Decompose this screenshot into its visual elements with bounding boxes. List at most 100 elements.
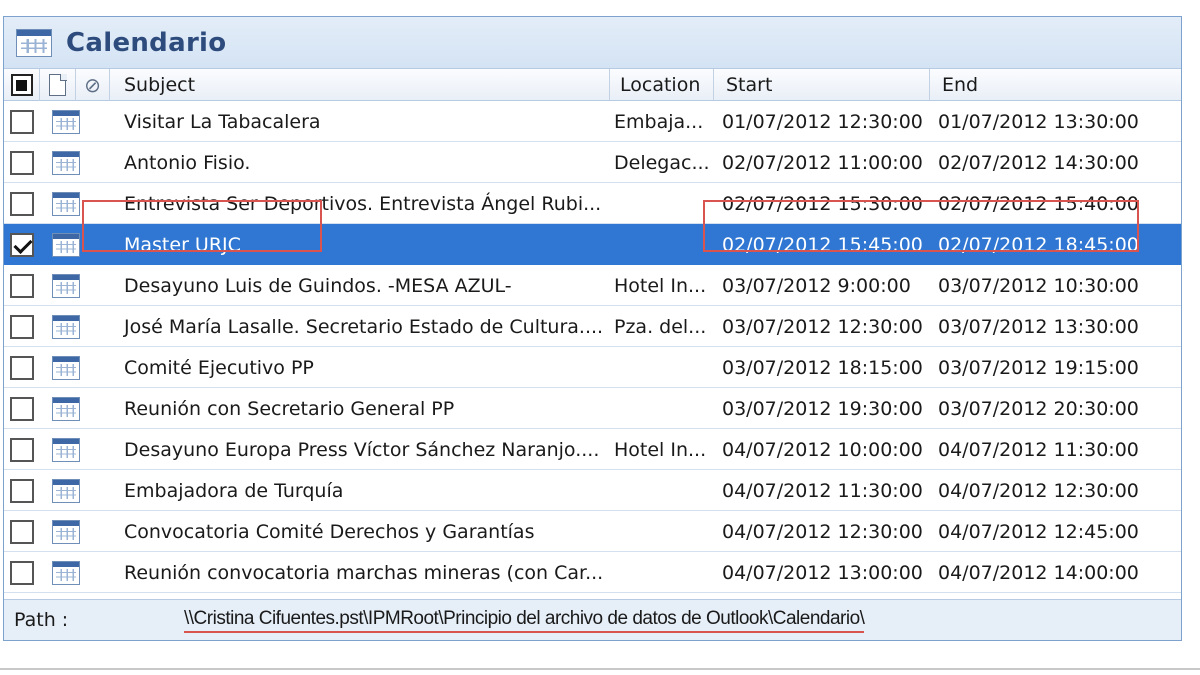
row-checkbox[interactable] xyxy=(10,191,34,216)
cell-start: 02/07/2012 15:45:00 xyxy=(722,233,923,256)
row-checkbox-cell[interactable] xyxy=(4,306,40,347)
row-checkbox-cell[interactable] xyxy=(4,142,40,183)
row-checkbox-cell[interactable] xyxy=(4,552,40,593)
cell-start: 01/07/2012 12:30:00 xyxy=(722,110,923,133)
cell-end: 02/07/2012 18:45:00 xyxy=(938,233,1139,256)
calendar-icon xyxy=(16,28,52,57)
row-checkbox[interactable] xyxy=(10,232,34,257)
cell-end: 02/07/2012 14:30:00 xyxy=(938,151,1139,174)
row-checkbox[interactable] xyxy=(10,314,34,339)
bottom-divider xyxy=(0,668,1200,670)
row-checkbox-cell[interactable] xyxy=(4,511,40,552)
row-checkbox[interactable] xyxy=(10,519,34,544)
appointment-icon xyxy=(52,560,80,585)
cell-subject: Visitar La Tabacalera xyxy=(124,110,321,133)
row-checkbox[interactable] xyxy=(10,109,34,134)
row-type-cell xyxy=(40,101,92,142)
cell-start: 03/07/2012 12:30:00 xyxy=(722,315,923,338)
row-checkbox-cell[interactable] xyxy=(4,347,40,388)
cell-start: 02/07/2012 15:30:00 xyxy=(722,192,923,215)
row-checkbox-cell[interactable] xyxy=(4,470,40,511)
cell-subject: Embajadora de Turquía xyxy=(124,479,344,502)
cell-subject: Reunión convocatoria marchas mineras (co… xyxy=(124,561,604,584)
appointment-icon xyxy=(52,314,80,339)
row-checkbox-cell[interactable] xyxy=(4,183,40,224)
table-row[interactable]: Antonio Fisio. Delegac... 02/07/2012 11:00… xyxy=(4,142,1181,183)
cell-location: Hotel In... xyxy=(614,274,707,297)
cell-location xyxy=(610,552,714,593)
appointment-icon xyxy=(52,150,80,175)
column-header-subject[interactable]: Subject xyxy=(110,69,610,101)
table-row[interactable]: Desayuno Europa Press Víctor Sánchez Nar… xyxy=(4,429,1181,470)
document-icon xyxy=(49,73,67,96)
row-type-cell xyxy=(40,224,92,265)
cell-subject: Desayuno Luis de Guindos. -MESA AZUL- xyxy=(124,274,512,297)
appointment-icon xyxy=(52,355,80,380)
row-checkbox-cell[interactable] xyxy=(4,224,40,265)
cell-start: 03/07/2012 19:30:00 xyxy=(722,397,923,420)
column-header-start[interactable]: Start xyxy=(714,69,930,101)
row-checkbox[interactable] xyxy=(10,396,34,421)
row-type-cell xyxy=(40,347,92,388)
cell-end: 01/07/2012 13:30:00 xyxy=(938,110,1139,133)
appointment-list: Visitar La Tabacalera Embaja... 01/07/2012… xyxy=(4,101,1181,599)
table-row[interactable]: Reunión con Secretario General PP 03/07/2… xyxy=(4,388,1181,429)
table-row[interactable]: Visitar La Tabacalera Embaja... 01/07/2012… xyxy=(4,101,1181,142)
path-link[interactable]: \\Cristina Cifuentes.pst\IPMRoot\Princip… xyxy=(184,608,865,633)
cell-location xyxy=(610,183,714,224)
cell-location xyxy=(610,388,714,429)
cell-location: Hotel In... xyxy=(614,438,707,461)
appointment-icon xyxy=(52,519,80,544)
cell-location xyxy=(610,511,714,552)
column-header-location[interactable]: Location xyxy=(610,69,714,101)
select-all-icon xyxy=(10,74,33,96)
cell-subject: Antonio Fisio. xyxy=(124,151,251,174)
table-row[interactable]: José María Lasalle. Secretario Estado de… xyxy=(4,306,1181,347)
cell-end: 02/07/2012 15:40:00 xyxy=(938,192,1139,215)
attachment-column-header[interactable]: ⊘ xyxy=(76,69,110,101)
row-checkbox-cell[interactable] xyxy=(4,388,40,429)
cell-end: 04/07/2012 12:30:00 xyxy=(938,479,1139,502)
row-type-cell xyxy=(40,183,92,224)
item-type-column-header[interactable] xyxy=(40,69,76,101)
table-row[interactable]: Convocatoria Comité Derechos y Garantías… xyxy=(4,511,1181,552)
cell-start: 04/07/2012 13:00:00 xyxy=(722,561,923,584)
row-checkbox[interactable] xyxy=(10,478,34,503)
cell-end: 04/07/2012 11:30:00 xyxy=(938,438,1139,461)
row-checkbox[interactable] xyxy=(10,355,34,380)
cell-start: 04/07/2012 10:00:00 xyxy=(722,438,923,461)
row-checkbox-cell[interactable] xyxy=(4,101,40,142)
select-all-checkbox[interactable] xyxy=(4,69,40,101)
table-row[interactable]: Embajadora de Turquía 04/07/2012 11:30:00… xyxy=(4,470,1181,511)
row-type-cell xyxy=(40,429,92,470)
cell-end: 03/07/2012 13:30:00 xyxy=(938,315,1139,338)
title-bar: Calendario xyxy=(4,17,1181,69)
row-checkbox[interactable] xyxy=(10,150,34,175)
row-checkbox[interactable] xyxy=(10,437,34,462)
row-checkbox[interactable] xyxy=(10,560,34,585)
appointment-icon xyxy=(52,396,80,421)
page-title: Calendario xyxy=(66,27,227,58)
cell-end: 04/07/2012 14:00:00 xyxy=(938,561,1139,584)
row-checkbox[interactable] xyxy=(10,273,34,298)
table-row[interactable]: Master URJC 02/07/2012 15:45:00 02/07/2012… xyxy=(4,224,1181,265)
path-bar: Path : \\Cristina Cifuentes.pst\IPMRoot\… xyxy=(4,599,1181,640)
column-header-end[interactable]: End xyxy=(930,69,1181,101)
table-row[interactable]: Desayuno Luis de Guindos. -MESA AZUL- Hot… xyxy=(4,265,1181,306)
cell-location: Delegac... xyxy=(614,151,710,174)
table-row[interactable]: Comité Ejecutivo PP 03/07/2012 18:15:00 03… xyxy=(4,347,1181,388)
row-type-cell xyxy=(40,142,92,183)
cell-subject: Convocatoria Comité Derechos y Garantías xyxy=(124,520,535,543)
row-checkbox-cell[interactable] xyxy=(4,265,40,306)
table-row[interactable]: Entrevista Ser Deportivos. Entrevista Án… xyxy=(4,183,1181,224)
table-row[interactable]: Reunión convocatoria marchas mineras (co… xyxy=(4,552,1181,593)
cell-subject: Desayuno Europa Press Víctor Sánchez Nar… xyxy=(124,438,600,461)
cell-start: 02/07/2012 11:00:00 xyxy=(722,151,923,174)
row-type-cell xyxy=(40,265,92,306)
cell-start: 03/07/2012 9:00:00 xyxy=(722,274,911,297)
appointment-icon xyxy=(52,109,80,134)
cell-end: 03/07/2012 20:30:00 xyxy=(938,397,1139,420)
row-checkbox-cell[interactable] xyxy=(4,429,40,470)
appointment-icon xyxy=(52,273,80,298)
cell-subject: Reunión con Secretario General PP xyxy=(124,397,455,420)
